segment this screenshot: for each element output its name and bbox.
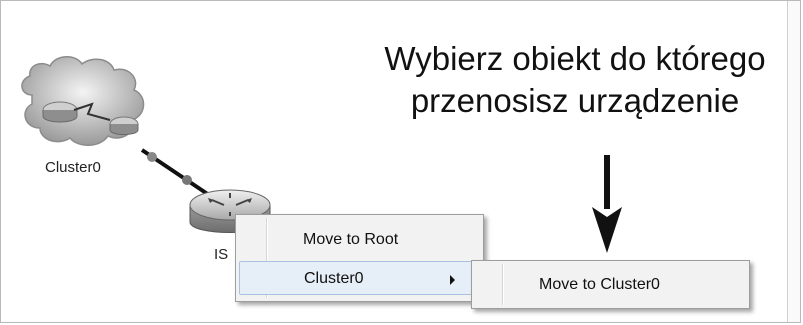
submenu-arrow-icon (450, 275, 455, 285)
device-label: IS (214, 246, 229, 263)
instruction-annotation: Wybierz obiekt do którego przenosisz urz… (360, 38, 790, 122)
annotation-line-1: Wybierz obiekt do którego (384, 40, 766, 77)
menu-item-move-to-root[interactable]: Move to Root (239, 223, 480, 257)
submenu: Move to Cluster0 (471, 260, 750, 309)
cluster-label: Cluster0 (45, 159, 101, 176)
menu-item-label: Move to Root (303, 231, 399, 248)
annotation-line-2: przenosisz urządzenie (410, 82, 740, 119)
network-link[interactable] (140, 148, 214, 199)
menu-item-label: Move to Cluster0 (539, 276, 660, 293)
menu-item-label: Cluster0 (304, 270, 364, 287)
cloud-cluster-icon[interactable] (21, 56, 145, 146)
menu-item-cluster0[interactable]: Cluster0 (239, 261, 480, 295)
down-arrow-icon (592, 155, 622, 253)
context-menu: Move to Root Cluster0 (235, 214, 484, 302)
menu-item-move-to-cluster0[interactable]: Move to Cluster0 (475, 268, 746, 302)
